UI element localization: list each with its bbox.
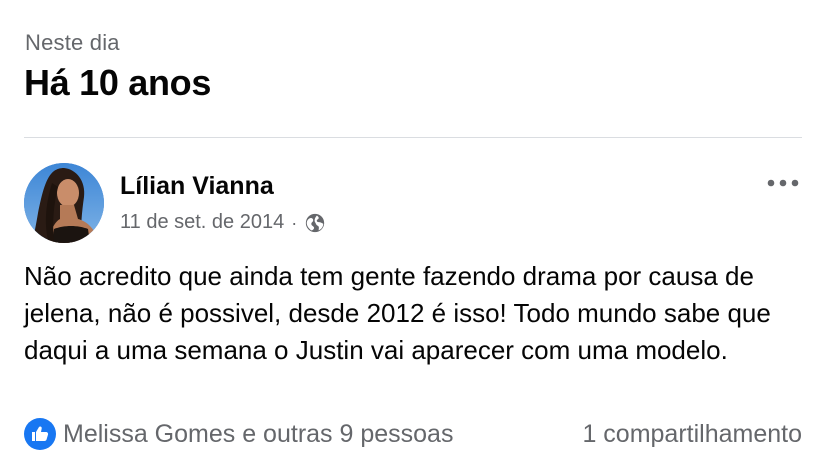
post-text: Não acredito que ainda tem gente fazendo… xyxy=(24,261,771,365)
avatar[interactable] xyxy=(24,163,104,243)
post-meta: 11 de set. de 2014 · xyxy=(120,211,326,234)
globe-icon xyxy=(306,213,325,232)
like-icon xyxy=(24,418,56,450)
reactions-summary[interactable]: Melissa Gomes e outras 9 pessoas xyxy=(24,418,453,450)
post-date[interactable]: 11 de set. de 2014 xyxy=(120,211,284,234)
shares-count[interactable]: 1 compartilhamento xyxy=(582,420,802,449)
meta-separator: · xyxy=(291,212,298,233)
post-footer: Melissa Gomes e outras 9 pessoas 1 compa… xyxy=(24,417,802,451)
avatar-photo xyxy=(24,163,104,243)
page-title: Há 10 anos xyxy=(24,62,212,103)
section-label: Neste dia xyxy=(25,30,120,55)
reactions-text: Melissa Gomes e outras 9 pessoas xyxy=(63,419,454,448)
more-horizontal-icon[interactable] xyxy=(766,170,800,196)
divider xyxy=(24,137,802,138)
post-author[interactable]: Lílian Vianna xyxy=(120,172,274,201)
